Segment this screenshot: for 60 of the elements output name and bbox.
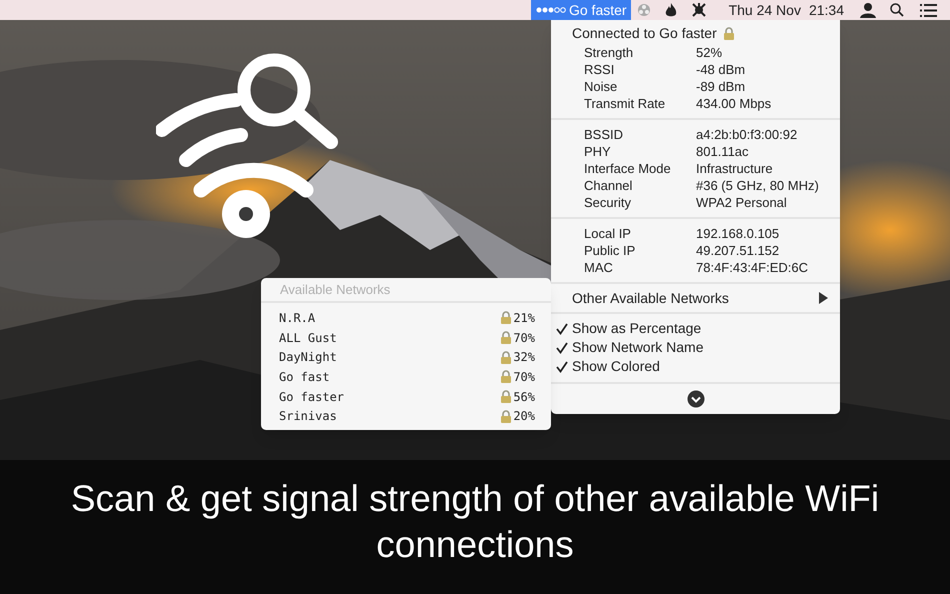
signal-percentage: 56% (513, 388, 535, 406)
signal-dots-icon (534, 6, 567, 14)
scroll-down-icon[interactable] (686, 390, 704, 408)
info-label: Public IP (584, 242, 636, 260)
padlock-icon (500, 331, 512, 344)
caption-text: Scan & get signal strength of other available WiFi connections (70, 477, 880, 567)
info-value: 192.168.0.105 (696, 224, 780, 243)
info-label: MAC (584, 258, 614, 277)
menu-title: Available Networks (279, 280, 392, 299)
signal-percentage: 70% (513, 368, 535, 386)
info-value: 52% (696, 44, 722, 62)
info-value: 78:4F:43:4F:ED:6C (696, 258, 808, 277)
menu-option[interactable]: Show Colored (551, 357, 840, 376)
info-label: Transmit Rate (584, 94, 666, 113)
search-icon[interactable] (890, 3, 904, 17)
padlock-icon (500, 390, 512, 404)
info-label: Strength (584, 44, 634, 62)
signal-percentage: 32% (513, 349, 535, 366)
info-label: Security (584, 194, 632, 212)
network-name: N.R.A (279, 310, 316, 327)
padlock-icon (500, 350, 512, 364)
user-icon[interactable] (860, 2, 876, 18)
network-name: Go faster (279, 388, 344, 406)
info-value: -89 dBm (696, 78, 746, 96)
signal-percentage: 21% (513, 310, 535, 327)
bug-icon[interactable] (690, 2, 707, 18)
info-value: 801.11ac (696, 142, 749, 161)
flame-icon[interactable] (664, 2, 677, 18)
info-value: #36 (5 GHz, 80 MHz) (696, 176, 819, 195)
signal-percentage: 70% (513, 330, 535, 347)
info-label: Interface Mode (584, 160, 672, 178)
menu-bar-clock: 21:34 (808, 0, 844, 20)
info-label: PHY (584, 142, 612, 161)
info-value: WPA2 Personal (696, 194, 787, 212)
info-value: -48 dBm (696, 60, 746, 79)
info-value: a4:2b:b0:f3:00:92 (696, 126, 798, 144)
submenu-item[interactable]: Other Available Networks (551, 284, 840, 312)
info-label: Noise (584, 78, 618, 96)
menu-bar-date: Thu 24 Nov (728, 0, 801, 20)
info-label: Channel (584, 176, 634, 195)
info-label: BSSID (584, 126, 624, 144)
network-name: Srinivas (279, 408, 337, 426)
info-value: 434.00 Mbps (696, 94, 772, 113)
signal-percentage: 20% (513, 408, 535, 426)
info-label: RSSI (584, 60, 616, 79)
padlock-icon (500, 311, 512, 324)
list-icon[interactable] (920, 4, 937, 16)
info-value: 49.207.51.152 (696, 242, 780, 260)
wifi-status-item[interactable]: Go faster (530, 0, 631, 20)
padlock-icon (722, 26, 735, 40)
menu-option[interactable]: Show as Percentage (551, 319, 840, 338)
info-value: Infrastructure (696, 160, 773, 178)
network-name: Go fast (279, 368, 330, 386)
menu-header: Connected to Go faster (572, 24, 717, 42)
padlock-icon (500, 410, 512, 423)
padlock-icon (500, 370, 512, 384)
info-label: Local IP (584, 224, 632, 243)
menu-option[interactable]: Show Network Name (551, 338, 840, 357)
network-name: ALL Gust (279, 330, 337, 347)
network-name: DayNight (279, 349, 337, 366)
